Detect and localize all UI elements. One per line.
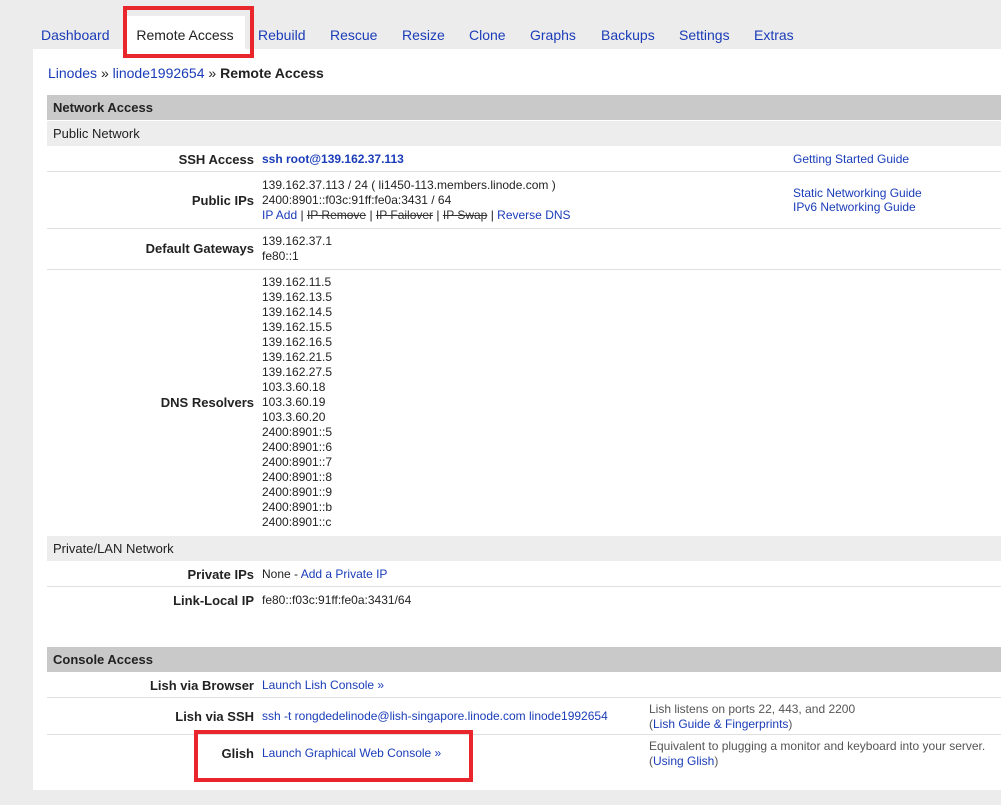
reverse-dns-link[interactable]: Reverse DNS (497, 208, 570, 222)
ip-action-separator: | (300, 208, 304, 222)
row-ssh-access: SSH Access ssh root@139.162.37.113 Getti… (47, 146, 1001, 172)
glish-label: Glish (221, 746, 254, 761)
section-console-access: Console Access (47, 647, 1001, 672)
main-panel: Linodes » linode1992654 » Remote Access … (33, 49, 1001, 790)
tab-resize[interactable]: Resize (392, 14, 455, 50)
using-glish-link[interactable]: Using Glish (653, 754, 714, 768)
dns-resolver: 2400:8901::9 (262, 485, 333, 499)
default-gateways-label: Default Gateways (145, 241, 254, 256)
lish-ssh-command-link[interactable]: ssh -t rongdedelinode@lish-singapore.lin… (262, 709, 608, 724)
lish-browser-label: Lish via Browser (149, 678, 254, 693)
dns-resolver: 2400:8901::c (262, 515, 332, 529)
public-ips-value: 139.162.37.113 / 24 ( li1450-113.members… (262, 178, 571, 223)
tab-extras[interactable]: Extras (744, 14, 804, 50)
tab-rebuild[interactable]: Rebuild (248, 14, 315, 50)
gateway-ipv6: fe80::1 (262, 249, 299, 263)
private-ips-label: Private IPs (187, 567, 255, 582)
dns-resolver: 103.3.60.20 (262, 410, 326, 424)
paren-close: ) (714, 754, 719, 768)
row-public-ips: Public IPs 139.162.37.113 / 24 ( li1450-… (47, 172, 1001, 229)
row-lish-browser: Lish via Browser Launch Lish Console » (47, 672, 1001, 698)
breadcrumb-linode[interactable]: linode1992654 (113, 65, 205, 81)
section-network-access: Network Access (47, 95, 1001, 120)
subsection-public-network: Public Network (47, 121, 1001, 146)
tab-clone[interactable]: Clone (459, 14, 516, 50)
glish-description: Equivalent to plugging a monitor and key… (649, 739, 986, 753)
ip-action-separator: | (436, 208, 440, 222)
ssh-command-link[interactable]: ssh root@139.162.37.113 (262, 152, 404, 167)
add-private-ip-link[interactable]: Add a Private IP (301, 567, 388, 581)
dns-resolver: 103.3.60.19 (262, 395, 326, 409)
breadcrumb-linodes[interactable]: Linodes (48, 65, 97, 81)
dns-resolvers-list: 139.162.11.5 139.162.13.5 139.162.14.5 1… (262, 275, 332, 530)
private-ips-value: None - Add a Private IP (262, 567, 387, 582)
dns-resolver: 139.162.21.5 (262, 350, 333, 364)
page-title: Remote Access (220, 65, 324, 81)
ipv6-networking-guide-link[interactable]: IPv6 Networking Guide (793, 200, 916, 214)
tab-graphs[interactable]: Graphs (520, 14, 586, 50)
ip-failover-disabled: IP Failover (375, 208, 434, 222)
ip-actions: IP Add | IP Remove | IP Failover | IP Sw… (262, 208, 571, 223)
dns-resolver: 139.162.13.5 (262, 290, 333, 304)
dns-resolver: 139.162.27.5 (262, 365, 333, 379)
lish-ports-text: Lish listens on ports 22, 443, and 2200 (649, 702, 856, 716)
link-local-ip-value: fe80::f03c:91ff:fe0a:3431/64 (262, 593, 412, 607)
ssh-access-label: SSH Access (178, 152, 254, 167)
ip-action-separator: | (369, 208, 373, 222)
tab-rescue[interactable]: Rescue (320, 14, 387, 50)
dns-resolver: 139.162.11.5 (262, 275, 332, 289)
ip-remove-disabled: IP Remove (306, 208, 367, 222)
tab-dashboard[interactable]: Dashboard (31, 14, 120, 50)
dns-resolver: 139.162.16.5 (262, 335, 333, 349)
row-glish: Glish Launch Graphical Web Console » Equ… (47, 735, 1001, 772)
row-private-ips: Private IPs None - Add a Private IP (47, 561, 1001, 587)
private-ips-none: None - (262, 567, 299, 581)
public-ipv4: 139.162.37.113 / 24 ( li1450-113.members… (262, 178, 556, 192)
launch-lish-console-link[interactable]: Launch Lish Console » (262, 678, 384, 693)
dns-resolver: 2400:8901::b (262, 500, 333, 514)
lish-guide-link[interactable]: Lish Guide & Fingerprints (653, 717, 788, 731)
ip-action-separator: | (490, 208, 494, 222)
tab-settings[interactable]: Settings (669, 14, 740, 50)
getting-started-guide-link[interactable]: Getting Started Guide (793, 152, 909, 166)
dns-resolvers-label: DNS Resolvers (160, 395, 254, 410)
dns-resolver: 2400:8901::5 (262, 425, 333, 439)
launch-glish-console-link[interactable]: Launch Graphical Web Console » (262, 746, 441, 761)
dns-resolver: 2400:8901::7 (262, 455, 333, 469)
row-dns-resolvers: DNS Resolvers 139.162.11.5 139.162.13.5 … (47, 270, 1001, 535)
dns-resolver: 139.162.14.5 (262, 305, 333, 319)
lish-ssh-note: Lish listens on ports 22, 443, and 2200 … (649, 702, 855, 732)
ip-add-link[interactable]: IP Add (262, 208, 297, 222)
tab-bar: Dashboard Remote Access Rebuild Rescue R… (30, 14, 1001, 52)
dns-resolver: 2400:8901::8 (262, 470, 333, 484)
row-default-gateways: Default Gateways 139.162.37.1 fe80::1 (47, 229, 1001, 270)
row-lish-ssh: Lish via SSH ssh -t rongdedelinode@lish-… (47, 698, 1001, 735)
dns-resolver: 103.3.60.18 (262, 380, 326, 394)
breadcrumb-separator: » (100, 65, 109, 81)
breadcrumb: Linodes » linode1992654 » Remote Access (48, 65, 324, 81)
public-ipv6: 2400:8901::f03c:91ff:fe0a:3431 / 64 (262, 193, 452, 207)
lish-ssh-label: Lish via SSH (175, 709, 254, 724)
public-ips-guides: Static Networking Guide IPv6 Networking … (793, 186, 922, 214)
dns-resolver: 2400:8901::6 (262, 440, 333, 454)
subsection-private-network: Private/LAN Network (47, 536, 1001, 561)
link-local-ip-label: Link-Local IP (173, 593, 254, 608)
ip-swap-disabled: IP Swap (442, 208, 488, 222)
breadcrumb-separator: » (208, 65, 217, 81)
tab-backups[interactable]: Backups (591, 14, 665, 50)
dns-resolver: 139.162.15.5 (262, 320, 333, 334)
public-ips-label: Public IPs (191, 193, 254, 208)
tab-remote-access[interactable]: Remote Access (125, 16, 245, 52)
gateway-ipv4: 139.162.37.1 (262, 234, 333, 248)
static-networking-guide-link[interactable]: Static Networking Guide (793, 186, 922, 200)
default-gateways-value: 139.162.37.1 fe80::1 (262, 234, 332, 264)
glish-note: Equivalent to plugging a monitor and key… (649, 739, 985, 769)
row-link-local-ip: Link-Local IP fe80::f03c:91ff:fe0a:3431/… (47, 587, 1001, 613)
paren-close: ) (788, 717, 793, 731)
